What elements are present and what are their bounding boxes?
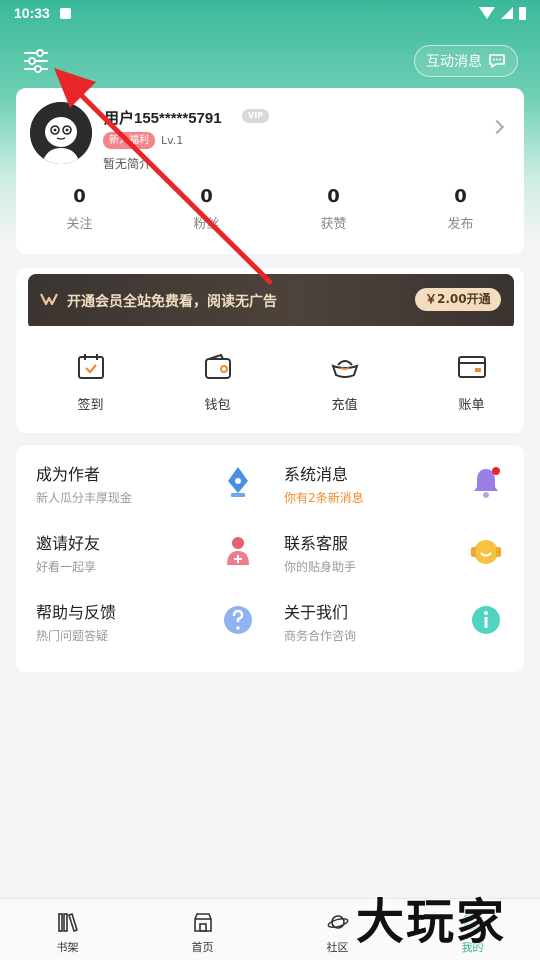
services-card: 成为作者 新人瓜分丰厚现金 系统消息 你有2条新消息 邀请好友 好看一起享 联系…	[16, 445, 524, 672]
wallet-item-bill[interactable]: 账单	[419, 352, 524, 413]
wallet-card: 签到 钱包 充值 账单	[16, 326, 524, 433]
stat-likes[interactable]: 0 获赞	[270, 186, 397, 232]
status-time: 10:33	[14, 5, 50, 21]
notification-icon	[59, 7, 71, 19]
wallet-label: 钱包	[204, 398, 231, 413]
stat-value: 0	[73, 186, 86, 207]
ingot-icon	[330, 360, 359, 378]
stat-fans[interactable]: 0 粉丝	[143, 186, 270, 232]
avatar[interactable]	[30, 102, 92, 164]
calendar-check-icon	[77, 354, 104, 379]
stat-posts[interactable]: 0 发布	[397, 186, 524, 232]
service-subtitle: 热门问题答疑	[36, 629, 109, 643]
pen-nib-icon	[228, 467, 248, 497]
username: 用户155*****5791	[104, 110, 222, 127]
sliders-icon	[24, 49, 48, 73]
wallet-item-wallet[interactable]: 钱包	[165, 352, 270, 413]
battery-icon	[519, 6, 526, 20]
add-person-icon	[227, 537, 249, 565]
stat-label: 粉丝	[193, 217, 220, 232]
bookshelf-icon	[57, 912, 78, 933]
service-title: 邀请好友	[36, 534, 101, 553]
watermark-logo: 大玩家	[356, 894, 507, 950]
vip-badge: VIP	[242, 109, 270, 123]
settings-button[interactable]	[22, 48, 50, 74]
chat-bubble-icon	[489, 54, 505, 68]
nav-label: 首页	[191, 941, 214, 954]
store-icon	[193, 913, 212, 932]
wallet-label: 账单	[458, 398, 485, 413]
vip-open-button[interactable]: ￥2.00开通	[415, 288, 501, 311]
vip-banner-text: 开通会员全站免费看，阅读无广告	[67, 294, 277, 310]
stat-label: 发布	[447, 217, 474, 232]
service-title: 成为作者	[36, 465, 101, 484]
service-subtitle: 商务合作咨询	[284, 629, 357, 643]
stat-value: 0	[454, 186, 467, 207]
wifi-icon	[479, 7, 495, 19]
service-customer-support[interactable]: 联系客服 你的贴身助手	[264, 514, 504, 574]
info-icon	[472, 606, 500, 634]
stat-label: 获赞	[320, 217, 347, 232]
wallet-row: 签到 钱包 充值 账单	[16, 352, 524, 413]
newcomer-badge: 新人福利	[103, 132, 155, 149]
question-icon	[224, 606, 252, 634]
user-level: Lv.1	[161, 134, 184, 147]
service-system-messages[interactable]: 系统消息 你有2条新消息	[264, 445, 504, 505]
stat-label: 关注	[66, 217, 93, 232]
signal-icon	[501, 7, 513, 19]
status-icons	[479, 6, 526, 20]
service-title: 系统消息	[284, 465, 349, 484]
user-bio: 暂无简介	[103, 157, 152, 171]
bell-icon	[474, 467, 500, 498]
stat-value: 0	[200, 186, 213, 207]
service-invite-friends[interactable]: 邀请好友 好看一起享	[16, 514, 256, 574]
service-about-us[interactable]: 关于我们 商务合作咨询	[264, 583, 504, 643]
service-subtitle: 新人瓜分丰厚现金	[36, 491, 133, 505]
wallet-item-checkin[interactable]: 签到	[38, 352, 143, 413]
chevron-right-icon[interactable]	[489, 119, 505, 135]
service-title: 帮助与反馈	[36, 603, 117, 622]
status-bar: 10:33	[0, 0, 540, 26]
wallet-label: 签到	[77, 398, 104, 413]
service-title: 联系客服	[284, 534, 349, 553]
wallet-icon	[204, 353, 231, 379]
stat-following[interactable]: 0 关注	[16, 186, 143, 232]
interaction-messages-button[interactable]: 互动消息	[414, 45, 518, 77]
stat-value: 0	[327, 186, 340, 207]
card-icon	[457, 356, 486, 378]
profile-card[interactable]: 用户155*****5791 VIP 新人福利 Lv.1 暂无简介 0 关注 0…	[16, 88, 524, 254]
nav-home[interactable]: 首页	[135, 899, 270, 960]
vip-logo-icon	[40, 293, 58, 306]
service-subtitle: 你有2条新消息	[284, 491, 364, 505]
nav-label: 书架	[56, 941, 79, 954]
interaction-messages-label: 互动消息	[426, 54, 482, 70]
avatar-character-icon	[30, 102, 92, 164]
wallet-item-recharge[interactable]: 充值	[292, 352, 397, 413]
service-subtitle: 你的贴身助手	[284, 560, 357, 574]
service-title: 关于我们	[284, 603, 349, 622]
headset-icon	[471, 540, 501, 564]
wallet-label: 充值	[331, 398, 358, 413]
vip-banner[interactable]: 开通会员全站免费看，阅读无广告 ￥2.00开通	[28, 274, 514, 330]
service-subtitle: 好看一起享	[36, 560, 97, 574]
nav-bookshelf[interactable]: 书架	[0, 899, 135, 960]
service-help-feedback[interactable]: 帮助与反馈 热门问题答疑	[16, 583, 256, 643]
profile-stats: 0 关注 0 粉丝 0 获赞 0 发布	[16, 186, 524, 232]
planet-icon	[327, 915, 348, 929]
service-become-author[interactable]: 成为作者 新人瓜分丰厚现金	[16, 445, 256, 505]
